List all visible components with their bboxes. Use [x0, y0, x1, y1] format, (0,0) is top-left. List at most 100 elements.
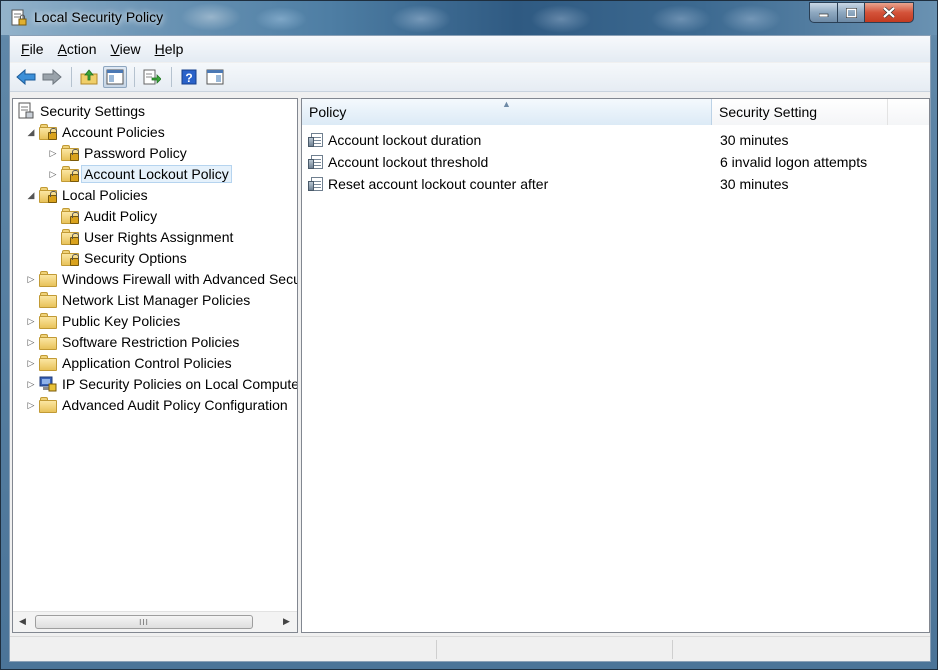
menu-file[interactable]: File [14, 41, 51, 57]
close-icon [883, 7, 895, 18]
tree-item-label: Public Key Policies [62, 313, 181, 329]
forward-button[interactable] [40, 66, 64, 88]
tree-item-local-policies[interactable]: ◢ Local Policies [25, 185, 148, 205]
show-hide-console-tree-icon [106, 69, 124, 85]
tree-item-label: Account Lockout Policy [81, 165, 232, 183]
policy-setting-icon [308, 132, 324, 148]
show-hide-console-tree-button[interactable] [103, 66, 127, 88]
scroll-left-icon[interactable]: ◀ [19, 616, 26, 627]
locked-folder-icon [39, 124, 57, 140]
expanded-arrow-icon[interactable]: ◢ [25, 126, 37, 138]
menu-help[interactable]: Help [148, 41, 191, 57]
security-policy-icon[interactable] [10, 9, 28, 27]
collapsed-arrow-icon[interactable]: ▷ [47, 147, 59, 159]
tree-item-security-options[interactable]: Security Options [61, 248, 187, 268]
tree-item-windows-firewall[interactable]: ▷ Windows Firewall with Advanced Secu [25, 269, 298, 289]
result-list[interactable]: ▲ Policy Security Setting Account lockou… [301, 98, 930, 633]
help-button[interactable]: ? [177, 66, 201, 88]
tree-item-account-policies[interactable]: ◢ Account Policies [25, 122, 165, 142]
tree-horizontal-scrollbar[interactable]: ◀ III ▶ [13, 611, 297, 632]
forward-arrow-icon [42, 69, 62, 85]
locked-folder-icon [39, 187, 57, 203]
scrollbar-grip: III [139, 617, 149, 627]
maximize-icon [845, 7, 857, 18]
status-bar [10, 636, 930, 661]
policy-cell: Account lockout threshold [302, 154, 712, 170]
policy-setting-icon [308, 176, 324, 192]
minimize-button[interactable] [809, 2, 838, 23]
menu-action[interactable]: Action [51, 41, 104, 57]
back-button[interactable] [14, 66, 38, 88]
policy-name: Reset account lockout counter after [328, 176, 549, 192]
export-list-button[interactable] [140, 66, 164, 88]
folder-icon [39, 313, 57, 329]
policy-name: Account lockout threshold [328, 154, 489, 170]
policy-cell: Account lockout duration [302, 132, 712, 148]
column-header-security-setting[interactable]: Security Setting [712, 99, 888, 125]
tree-item-audit-policy[interactable]: Audit Policy [61, 206, 157, 226]
toolbar-separator [171, 67, 172, 87]
tree-item-network-list-manager[interactable]: Network List Manager Policies [39, 290, 250, 310]
setting-value: 30 minutes [720, 132, 789, 148]
tree-item-advanced-audit[interactable]: ▷ Advanced Audit Policy Configuration [25, 395, 288, 415]
toolbar-separator [134, 67, 135, 87]
list-row[interactable]: Reset account lockout counter after 30 m… [302, 173, 929, 195]
up-one-level-button[interactable] [77, 66, 101, 88]
menu-bar: File Action View Help [10, 36, 930, 62]
show-hide-action-pane-icon [206, 69, 224, 85]
tree-item-application-control[interactable]: ▷ Application Control Policies [25, 353, 232, 373]
collapsed-arrow-icon[interactable]: ▷ [25, 378, 37, 390]
status-segment [672, 640, 930, 659]
tree-item-label: Audit Policy [84, 208, 158, 224]
tree-item-account-lockout-policy[interactable]: ▷ Account Lockout Policy [47, 164, 232, 184]
collapsed-arrow-icon[interactable]: ▷ [25, 315, 37, 327]
window-title: Local Security Policy [34, 9, 164, 25]
show-hide-action-pane-button[interactable] [203, 66, 227, 88]
collapsed-arrow-icon[interactable]: ▷ [25, 357, 37, 369]
folder-icon [39, 355, 57, 371]
tree-item-label: Account Policies [62, 124, 165, 140]
title-bar[interactable]: Local Security Policy [1, 1, 937, 35]
export-list-icon [143, 69, 161, 85]
column-header-policy[interactable]: ▲ Policy [302, 99, 712, 125]
tree-item-password-policy[interactable]: ▷ Password Policy [47, 143, 187, 163]
scrollbar-thumb[interactable]: III [35, 615, 253, 629]
tree-item-label: Advanced Audit Policy Configuration [62, 397, 288, 413]
menu-view[interactable]: View [104, 41, 148, 57]
column-header-label: Policy [309, 104, 347, 120]
column-header-label: Security Setting [719, 104, 818, 120]
list-row[interactable]: Account lockout duration 30 minutes [302, 129, 929, 151]
menu-action-accel: A [57, 41, 67, 57]
setting-value: 30 minutes [720, 176, 789, 192]
app-window: Local Security Policy File Action View H… [0, 0, 938, 670]
tree-item-label: Password Policy [84, 145, 187, 161]
menu-help-accel: H [154, 41, 165, 57]
collapsed-arrow-icon[interactable]: ▷ [47, 168, 59, 180]
console-tree[interactable]: Security Settings ◢ Account Policies ▷ P… [12, 98, 298, 633]
tree-item-label: Network List Manager Policies [62, 292, 251, 308]
tree-item-user-rights-assignment[interactable]: User Rights Assignment [61, 227, 233, 247]
list-row[interactable]: Account lockout threshold 6 invalid logo… [302, 151, 929, 173]
maximize-button[interactable] [838, 2, 865, 23]
folder-icon [39, 292, 57, 308]
menu-action-label: ction [66, 41, 97, 57]
tree-item-label: Windows Firewall with Advanced Secu [62, 271, 298, 287]
tree-item-public-key-policies[interactable]: ▷ Public Key Policies [25, 311, 180, 331]
tree-item-security-settings[interactable]: Security Settings [17, 101, 145, 121]
collapsed-arrow-icon[interactable]: ▷ [25, 399, 37, 411]
expanded-arrow-icon[interactable]: ◢ [25, 189, 37, 201]
collapsed-arrow-icon[interactable]: ▷ [25, 336, 37, 348]
menu-file-accel: F [21, 41, 30, 57]
locked-folder-icon [61, 208, 79, 224]
tree-item-software-restriction[interactable]: ▷ Software Restriction Policies [25, 332, 239, 352]
scroll-right-icon[interactable]: ▶ [283, 616, 290, 627]
menu-help-label: elp [164, 41, 184, 57]
column-header-filler [888, 99, 929, 125]
close-button[interactable] [865, 2, 914, 23]
security-settings-icon [18, 102, 34, 119]
locked-folder-icon [61, 229, 79, 245]
toolbar-separator [71, 67, 72, 87]
minimize-icon [818, 13, 828, 17]
collapsed-arrow-icon[interactable]: ▷ [25, 273, 37, 285]
tree-item-ip-security-policies[interactable]: ▷ IP Security Policies on Local Compute [25, 374, 297, 394]
